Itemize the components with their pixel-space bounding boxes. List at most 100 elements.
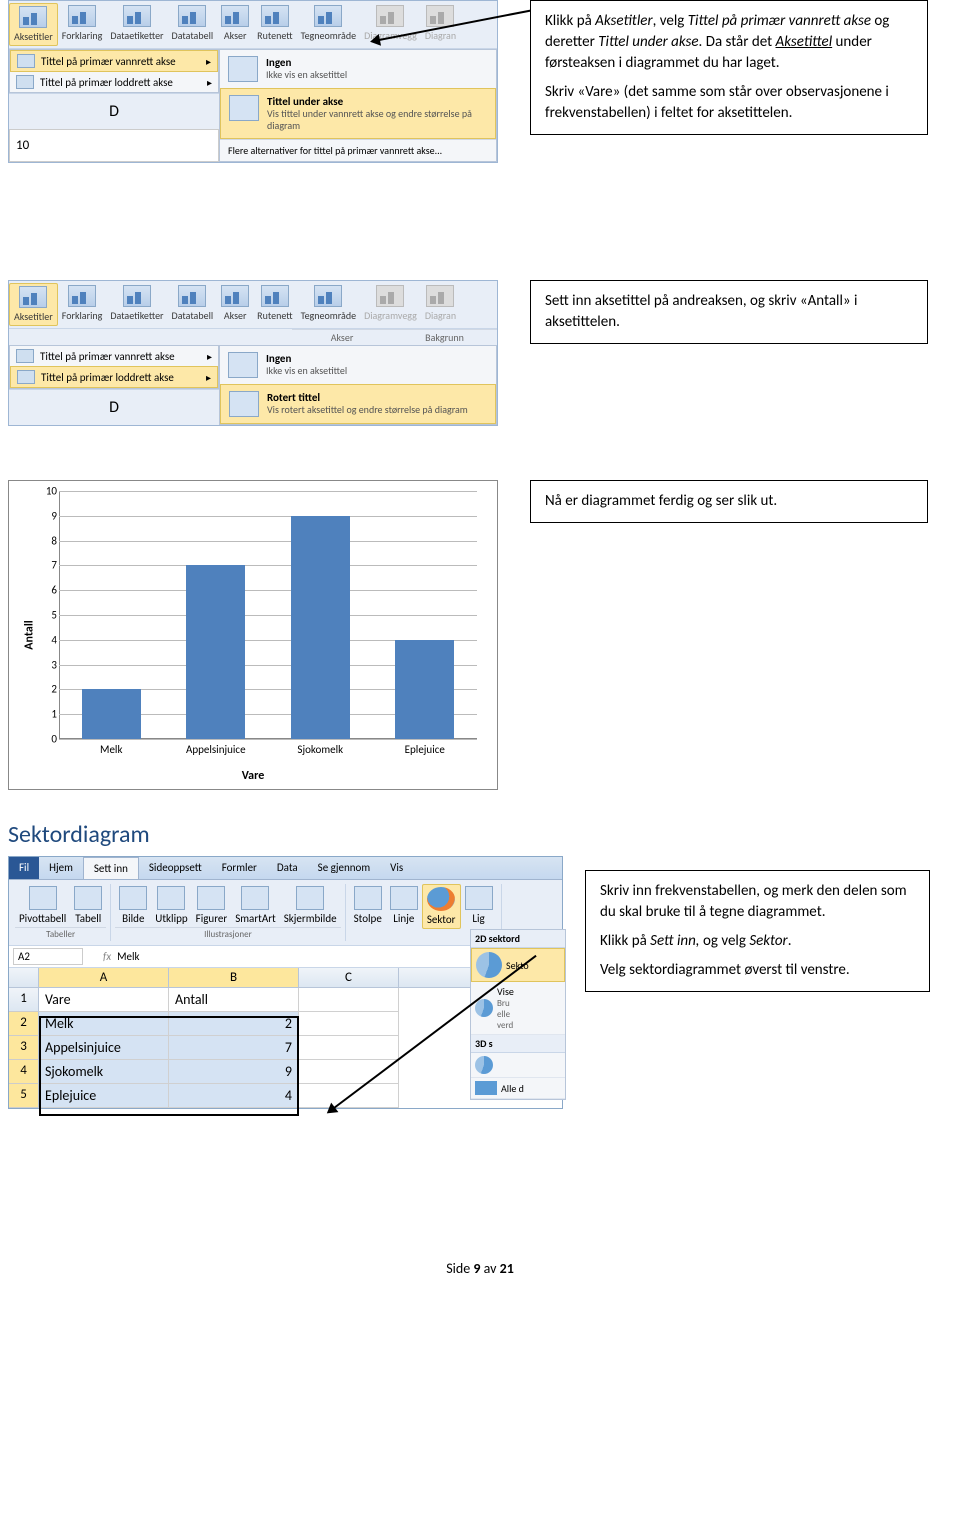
name-box[interactable]: A2 [13, 948, 83, 965]
utklipp-button[interactable]: Utklipp [151, 884, 191, 927]
cell[interactable] [299, 1012, 399, 1036]
pie-3d-option[interactable] [471, 1053, 565, 1078]
cell[interactable]: Vare [39, 988, 169, 1012]
menu-vertical-axis-title[interactable]: Tittel på primær loddrett akse ▸ [10, 366, 218, 388]
tabell-button[interactable]: Tabell [70, 884, 106, 927]
title-below-icon [229, 95, 259, 121]
ribbon-label: Diagran [425, 309, 456, 322]
ribbon-label: Akser [221, 29, 249, 42]
excel-window: FilHjemSett innSideoppsettFormlerDataSe … [8, 856, 563, 1109]
button-label: Stolpe [354, 912, 382, 925]
menu-horizontal-axis-title[interactable]: Tittel på primær vannrett akse ▸ [10, 50, 218, 72]
ribbon-tegneområde-button[interactable]: Tegneområde [297, 3, 360, 46]
submenu-title-below[interactable]: Tittel under akse Vis tittel under vannr… [220, 88, 496, 139]
ribbon-dataetiketter-button[interactable]: Dataetiketter [106, 3, 167, 46]
utklipp-icon [157, 886, 185, 910]
y-tick: 0 [51, 733, 57, 746]
ribbon-diagran-button: Diagran [421, 283, 460, 326]
ribbon-panel: Aksetitler ForklaringDataetiketter Datatab… [8, 0, 498, 163]
ribbon-forklaring-button[interactable]: Forklaring [58, 283, 107, 326]
cell[interactable]: 4 [169, 1084, 299, 1108]
cell[interactable] [299, 988, 399, 1012]
ribbon-datatabell-button[interactable]: Datatabell [168, 3, 218, 46]
tab-data[interactable]: Data [267, 857, 308, 879]
ribbon-aksetitler-button[interactable]: Aksetitler [9, 3, 58, 46]
ribbon-forklaring-button[interactable]: Forklaring [58, 3, 107, 46]
ribbon-label: Datatabell [172, 29, 214, 42]
menu-vertical-axis-title[interactable]: Tittel på primær loddrett akse ▸ [10, 72, 218, 92]
cell[interactable] [299, 1060, 399, 1084]
ribbon-dataetiketter-button[interactable]: Dataetiketter [106, 283, 167, 326]
cell[interactable]: Eplejuice [39, 1084, 169, 1108]
ribbon-rutenett-button[interactable]: Rutenett [253, 3, 296, 46]
y-tick: 6 [51, 584, 57, 597]
chart-icon [376, 285, 404, 307]
column-header-c[interactable]: C [299, 968, 399, 987]
smartart-icon [241, 886, 269, 910]
cell[interactable]: Sjokomelk [39, 1060, 169, 1084]
submenu-none[interactable]: Ingen Ikke vis en aksetittel [220, 346, 496, 384]
y-tick: 10 [46, 485, 57, 498]
menu-label: Tittel på primær loddrett akse [40, 76, 173, 89]
submenu-desc: Vis rotert aksetittel og endre størrelse… [267, 404, 468, 416]
submenu-rotated-title[interactable]: Rotert tittel Vis rotert aksetittel og e… [220, 384, 496, 424]
ribbon-akser-button[interactable]: Akser [217, 3, 253, 46]
bilde-icon [119, 886, 147, 910]
tab-fil[interactable]: Fil [9, 857, 39, 879]
ribbon-label: Dataetiketter [110, 29, 163, 42]
ribbon-rutenett-button[interactable]: Rutenett [253, 283, 296, 326]
pivottabell-button[interactable]: Pivottabell [15, 884, 70, 927]
submenu-more-options[interactable]: Flere alternativer for tittel på primær … [220, 139, 496, 161]
formula-bar[interactable]: Melk [117, 950, 139, 963]
ribbon-datatabell-button[interactable]: Datatabell [168, 283, 218, 326]
button-label: Tabell [74, 912, 102, 925]
y-tick: 3 [51, 658, 57, 671]
cell[interactable]: 7 [169, 1036, 299, 1060]
row-header[interactable]: 1 [9, 988, 39, 1012]
tab-vis[interactable]: Vis [380, 857, 413, 879]
row-header[interactable]: 4 [9, 1060, 39, 1084]
sektor-button[interactable]: Sektor [422, 884, 461, 929]
pivottabell-icon [29, 886, 57, 910]
cell[interactable]: Appelsinjuice [39, 1036, 169, 1060]
chart-icon [123, 5, 151, 27]
skjermbilde-button[interactable]: Skjermbilde [280, 884, 341, 927]
chart-icon [314, 285, 342, 307]
column-header-a[interactable]: A [39, 968, 169, 987]
menu-horizontal-axis-title[interactable]: Tittel på primær vannrett akse ▸ [10, 346, 218, 366]
smartart-button[interactable]: SmartArt [231, 884, 280, 927]
row-header[interactable]: 5 [9, 1084, 39, 1108]
tab-sideoppsett[interactable]: Sideoppsett [139, 857, 212, 879]
ribbon-aksetitler-button[interactable]: Aksetitler [9, 283, 58, 326]
ribbon-label: Aksetitler [14, 30, 53, 43]
row-header[interactable]: 3 [9, 1036, 39, 1060]
pie-option-1[interactable]: Sekto [471, 948, 565, 982]
cell[interactable]: 2 [169, 1012, 299, 1036]
tab-sett-inn[interactable]: Sett inn [83, 857, 139, 879]
pie-option-2[interactable]: Vise Bru elle verd [471, 982, 565, 1035]
button-label: Utklipp [155, 912, 187, 925]
lig-button[interactable]: Lig [461, 884, 497, 927]
ribbon-akser-button[interactable]: Akser [217, 283, 253, 326]
all-chart-types[interactable]: Alle d [471, 1078, 565, 1099]
ribbon-tegneområde-button[interactable]: Tegneområde [297, 283, 360, 326]
row-header[interactable]: 2 [9, 1012, 39, 1036]
column-header-b[interactable]: B [169, 968, 299, 987]
lig-icon [465, 886, 493, 910]
cell[interactable]: 9 [169, 1060, 299, 1084]
tab-hjem[interactable]: Hjem [39, 857, 83, 879]
figurer-button[interactable]: Figurer [192, 884, 232, 927]
dropdown-label: Alle d [501, 1082, 524, 1095]
tab-se-gjennom[interactable]: Se gjennom [308, 857, 380, 879]
cell[interactable]: Antall [169, 988, 299, 1012]
stolpe-button[interactable]: Stolpe [350, 884, 386, 927]
cell[interactable] [299, 1036, 399, 1060]
bilde-button[interactable]: Bilde [115, 884, 151, 927]
select-all-corner[interactable] [9, 968, 39, 987]
cell[interactable]: Melk [39, 1012, 169, 1036]
submenu-none[interactable]: Ingen Ikke vis en aksetittel [220, 50, 496, 88]
ribbon-label: Datatabell [172, 309, 214, 322]
linje-button[interactable]: Linje [386, 884, 422, 927]
submenu-desc: Vis tittel under vannrett akse og endre … [267, 108, 487, 132]
tab-formler[interactable]: Formler [212, 857, 267, 879]
